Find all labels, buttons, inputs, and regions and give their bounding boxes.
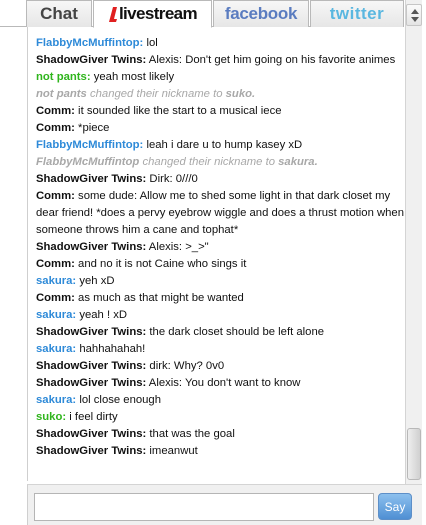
message-nick[interactable]: suko: (36, 411, 66, 423)
message-text: Dirk: 0///0 (146, 173, 198, 185)
message-text: hahhahahah! (76, 343, 146, 355)
tab-livestream[interactable]: livestream (93, 0, 212, 28)
chat-message: FlabbyMcMuffintop: lol (36, 35, 405, 52)
chat-message: ShadowGiver Twins: imeanwut (36, 443, 405, 460)
chat-message: ShadowGiver Twins: Dirk: 0///0 (36, 171, 405, 188)
message-nick[interactable]: ShadowGiver Twins: (36, 360, 146, 372)
message-text: the dark closet should be left alone (146, 326, 325, 338)
scroll-arrows-button[interactable] (406, 4, 422, 26)
tab-chat[interactable]: Chat (26, 0, 92, 27)
message-nick[interactable]: not pants (36, 88, 87, 100)
message-nick[interactable]: ShadowGiver Twins: (36, 54, 146, 66)
chat-message: Comm: some dude: Allow me to shed some l… (36, 188, 405, 239)
say-button[interactable]: Say (378, 493, 412, 520)
message-text: Alexis: You don't want to know (146, 377, 301, 389)
message-nick[interactable]: sakura: (36, 343, 76, 355)
message-text: dirk: Why? 0v0 (146, 360, 225, 372)
tab-bar: Chat livestream facebook twitter (0, 0, 426, 28)
new-nick: suko. (225, 88, 256, 100)
chat-message: ShadowGiver Twins: that was the goal (36, 426, 405, 443)
message-nick[interactable]: ShadowGiver Twins: (36, 445, 146, 457)
message-nick[interactable]: Comm: (36, 122, 75, 134)
livestream-l-icon (108, 6, 117, 22)
message-nick[interactable]: sakura: (36, 275, 76, 287)
chat-message: ShadowGiver Twins: Alexis: >_>" (36, 239, 405, 256)
chat-message: suko: i feel dirty (36, 409, 405, 426)
message-nick[interactable]: ShadowGiver Twins: (36, 377, 146, 389)
system-notice: not pants changed their nickname to suko… (36, 86, 405, 103)
message-text: as much as that might be wanted (74, 292, 244, 304)
message-text: lol close enough (76, 394, 161, 406)
chat-message: Comm: as much as that might be wanted (36, 290, 405, 307)
livestream-logo: livestream (108, 4, 198, 24)
message-nick[interactable]: ShadowGiver Twins: (36, 428, 146, 440)
message-nick[interactable]: FlabbyMcMuffintop: (36, 139, 143, 151)
scroll-thumb[interactable] (407, 428, 421, 480)
chat-message: sakura: yeh xD (36, 273, 405, 290)
chat-message: Comm: it sounded like the start to a mus… (36, 103, 405, 120)
message-nick[interactable]: sakura: (36, 309, 76, 321)
system-notice: FlabbyMcMuffintop changed their nickname… (36, 154, 405, 171)
chat-message: sakura: lol close enough (36, 392, 405, 409)
chat-message: not pants: yeah most likely (36, 69, 405, 86)
message-text: and no it is not Caine who sings it (74, 258, 247, 270)
message-text: yeah most likely (90, 71, 175, 83)
new-nick: sakura. (278, 156, 318, 168)
message-text: imeanwut (146, 445, 198, 457)
livestream-label: livestream (118, 4, 198, 23)
message-text: yeh xD (76, 275, 115, 287)
message-text: it sounded like the start to a musical i… (74, 105, 282, 117)
message-text: lol (143, 37, 158, 49)
message-text: Alexis: >_>" (146, 241, 209, 253)
message-nick[interactable]: Comm: (36, 105, 75, 117)
message-nick[interactable]: FlabbyMcMuffintop (36, 156, 139, 168)
message-text: *piece (74, 122, 110, 134)
tab-facebook[interactable]: facebook (213, 0, 309, 27)
tab-twitter[interactable]: twitter (310, 0, 404, 27)
message-text: changed their nickname to (86, 88, 226, 100)
message-text: leah i dare u to hump kasey xD (143, 139, 303, 151)
chat-message: FlabbyMcMuffintop: leah i dare u to hump… (36, 137, 405, 154)
message-nick[interactable]: Comm: (36, 190, 75, 202)
message-text: i feel dirty (66, 411, 118, 423)
scroll-up-icon (411, 9, 419, 14)
message-input[interactable] (34, 493, 374, 521)
message-text: Alexis: Don't get him going on his favor… (146, 54, 396, 66)
message-text: changed their nickname to (139, 156, 279, 168)
scroll-down-icon (411, 17, 419, 22)
chat-message: ShadowGiver Twins: Alexis: Don't get him… (36, 52, 405, 69)
message-composer: Say (27, 484, 422, 525)
chat-message: sakura: yeah ! xD (36, 307, 405, 324)
message-text: some dude: Allow me to shed some light i… (36, 190, 404, 236)
chat-message: sakura: hahhahahah! (36, 341, 405, 358)
message-nick[interactable]: ShadowGiver Twins: (36, 173, 146, 185)
message-nick[interactable]: sakura: (36, 394, 76, 406)
chat-scrollbar[interactable] (405, 0, 422, 484)
chat-message: Comm: *piece (36, 120, 405, 137)
message-text: yeah ! xD (76, 309, 128, 321)
chat-message: ShadowGiver Twins: the dark closet shoul… (36, 324, 405, 341)
chat-log: FlabbyMcMuffintop: lol ShadowGiver Twins:… (27, 27, 405, 481)
message-nick[interactable]: not pants: (36, 71, 91, 83)
message-nick[interactable]: ShadowGiver Twins: (36, 241, 146, 253)
chat-message: Comm: and no it is not Caine who sings i… (36, 256, 405, 273)
message-nick[interactable]: FlabbyMcMuffintop: (36, 37, 143, 49)
message-nick[interactable]: Comm: (36, 258, 75, 270)
message-nick[interactable]: ShadowGiver Twins: (36, 326, 146, 338)
message-nick[interactable]: Comm: (36, 292, 75, 304)
message-text: that was the goal (146, 428, 235, 440)
chat-message: ShadowGiver Twins: dirk: Why? 0v0 (36, 358, 405, 375)
chat-message: ShadowGiver Twins: Alexis: You don't wan… (36, 375, 405, 392)
